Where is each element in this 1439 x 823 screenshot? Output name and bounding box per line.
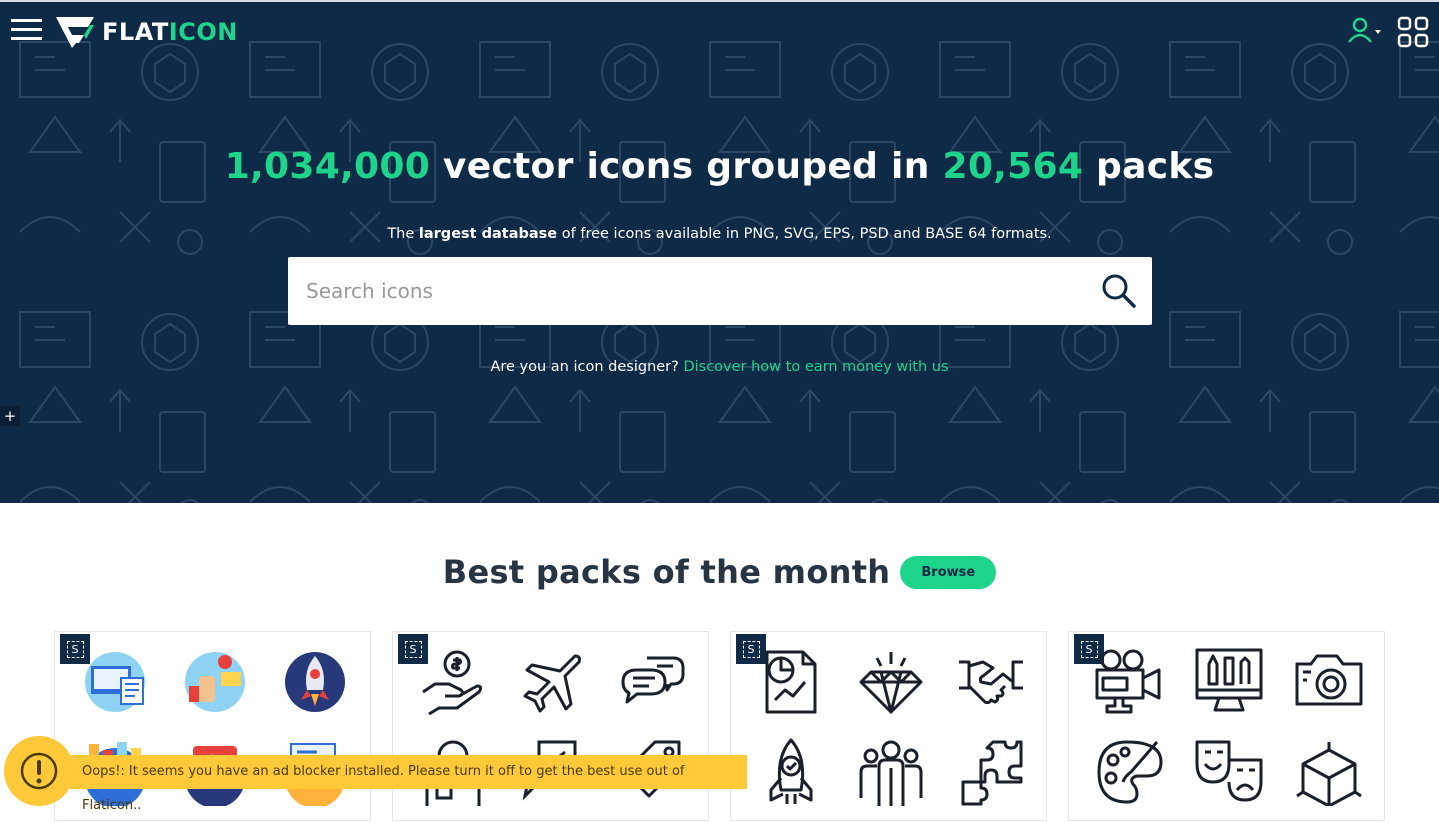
search-input[interactable]	[288, 257, 1068, 325]
section-title: Best packs of the month	[442, 553, 891, 591]
puzzle-icon	[961, 740, 1023, 806]
hero-headline: 1,034,000 vector icons grouped in 20,564…	[224, 146, 1215, 187]
search-icon	[1102, 274, 1136, 308]
adblock-message: Oops!: It seems you have an ad blocker i…	[68, 755, 747, 813]
pack-card[interactable]: S	[730, 631, 1047, 821]
designer-promo: Are you an icon designer? Discover how t…	[490, 359, 949, 375]
team-icon	[859, 740, 923, 806]
expand-plus-button[interactable]: +	[0, 406, 20, 426]
flaticon-logo-icon	[56, 17, 94, 48]
earn-money-link[interactable]: Discover how to earn money with us	[683, 359, 948, 375]
doodle-pattern-background	[0, 2, 1439, 503]
social-media-icon	[185, 652, 245, 712]
logo-wordmark: FLATICON	[102, 18, 238, 46]
warning-icon	[20, 752, 58, 790]
handshake-icon	[959, 660, 1023, 705]
report-icon	[765, 650, 817, 714]
hero-banner: FLATICON 1,034,000 vector icons grouped …	[0, 0, 1439, 503]
grid-icon	[1397, 16, 1429, 48]
theater-masks-icon	[1195, 740, 1263, 802]
camera-icon	[1295, 654, 1363, 706]
diamond-icon	[859, 652, 923, 714]
pack-count: 20,564	[942, 146, 1084, 187]
icon-count: 1,034,000	[224, 146, 431, 187]
hero-subtitle: The largest database of free icons avail…	[387, 226, 1052, 242]
video-camera-icon	[1095, 649, 1161, 714]
user-account-button[interactable]	[1347, 16, 1385, 46]
chat-icon	[621, 656, 685, 704]
flaticon-logo[interactable]: FLATICON	[54, 14, 238, 50]
design-monitor-icon	[1195, 648, 1263, 712]
cube-icon	[1296, 742, 1362, 806]
search-box	[288, 257, 1152, 325]
hamburger-menu-button[interactable]	[11, 16, 43, 44]
best-packs-header: Best packs of the month Browse	[0, 553, 1439, 591]
rocket-icon	[285, 652, 345, 712]
search-button[interactable]	[1100, 272, 1138, 310]
web-design-icon	[85, 652, 145, 712]
airplane-icon	[523, 654, 581, 713]
top-navigation: FLATICON	[0, 2, 1439, 64]
hamburger-icon	[11, 19, 42, 40]
pack-card[interactable]: S	[392, 631, 709, 821]
money-hand-icon	[422, 650, 483, 716]
browse-button[interactable]: Browse	[900, 555, 997, 589]
rocket-icon	[769, 738, 813, 804]
palette-icon	[1097, 740, 1163, 804]
pack-card[interactable]: S	[1068, 631, 1385, 821]
adblock-warning-badge	[4, 736, 74, 806]
user-icon	[1348, 17, 1381, 43]
apps-grid-button[interactable]	[1397, 16, 1429, 48]
